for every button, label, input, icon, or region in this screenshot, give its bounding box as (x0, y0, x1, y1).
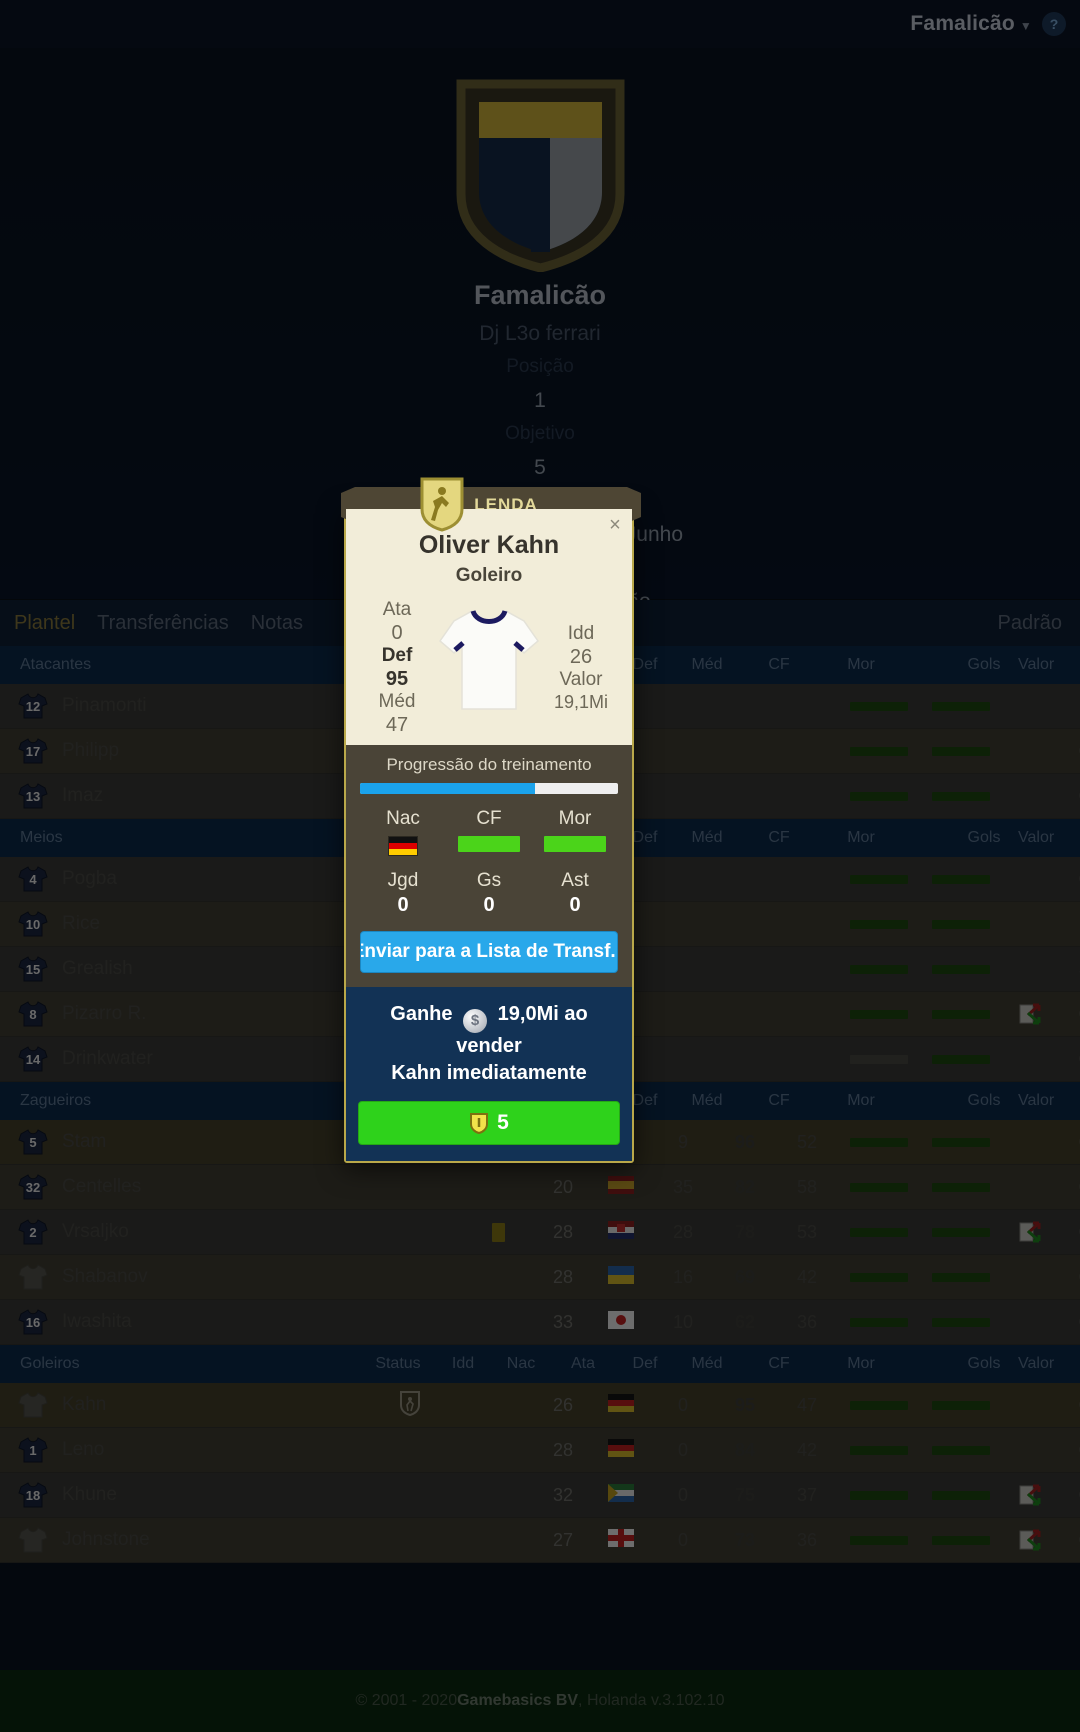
flag-de-icon (388, 836, 418, 856)
modal-attr-gs-label: Gs (476, 870, 502, 891)
modal-attr-ast-label: Ast (561, 870, 589, 891)
boss-coin-icon (469, 1112, 489, 1135)
stat-value-ata: 0 (391, 622, 403, 644)
modal-attr-jgd-value: 0 (397, 894, 409, 916)
stat-label-valor: Valor (559, 669, 603, 690)
modal-attr-cf-bar (458, 836, 520, 852)
progress-title: Progressão do treinamento (386, 755, 592, 774)
modal-stats-right: Idd 26 Valor 19,1Mi (542, 623, 620, 713)
sell-now-button[interactable]: 5 (358, 1101, 620, 1145)
modal-stats-left: Ata 0 Def 95 Méd 47 (358, 599, 436, 737)
stat-label-idd: Idd (567, 623, 595, 644)
stat-value-valor: 19,1Mi (553, 692, 609, 712)
progress-bar-fill (360, 783, 536, 794)
modal-header: × Oliver Kahn Goleiro Ata 0 Def 95 Méd 47 Idd… (346, 509, 632, 745)
promo-text: Ganhe $ 19,0Mi ao vender Kahn imediatame… (358, 1001, 620, 1087)
silver-coin-icon: $ (463, 1009, 488, 1033)
jersey-icon (434, 601, 544, 724)
modal-attr-row-2: Jgd 0 Gs 0 Ast 0 (360, 870, 618, 917)
modal-player-position: Goleiro (455, 565, 523, 586)
sell-now-button-value: 5 (497, 1111, 509, 1134)
modal-player-name: Oliver Kahn (418, 531, 560, 559)
legend-badge-icon (419, 476, 465, 532)
stat-label-def: Def (381, 645, 413, 666)
modal-promo: Ganhe $ 19,0Mi ao vender Kahn imediatame… (346, 987, 632, 1161)
progress-bar (360, 783, 618, 794)
modal-attr-ast-value: 0 (569, 894, 581, 916)
modal-attr-nac: Nac (360, 808, 446, 856)
modal-attr-jgd: Jgd 0 (360, 870, 446, 917)
close-icon[interactable]: × (604, 515, 626, 537)
modal-attr-mor-bar (544, 836, 606, 852)
modal-stats: Ata 0 Def 95 Méd 47 Idd 26 Valor 19,1Mi (358, 599, 620, 737)
modal-attr-cf-label: CF (476, 808, 502, 829)
modal-attr-nac-label: Nac (386, 808, 420, 829)
send-to-transfer-list-button[interactable]: Enviar para a Lista de Transf... (360, 931, 618, 973)
stat-label-ata: Ata (382, 599, 412, 620)
modal-attr-ast: Ast 0 (532, 870, 618, 917)
modal-attr-cf: CF (446, 808, 532, 856)
modal-attr-gs: Gs 0 (446, 870, 532, 917)
stat-value-idd: 26 (569, 646, 593, 668)
stat-label-méd: Méd (378, 691, 416, 712)
modal-attr-mor: Mor (532, 808, 618, 856)
promo-text-line2: Kahn imediatamente (391, 1062, 587, 1084)
promo-text-a: Ganhe (390, 1003, 453, 1025)
player-detail-modal: LENDA × Oliver Kahn Goleiro Ata 0 Def 95… (341, 477, 641, 1163)
app-root: Famalicão▼ ? Famalicão Dj L3o ferrari Po… (0, 0, 1080, 1732)
modal-attr-gs-value: 0 (483, 894, 495, 916)
stat-value-def: 95 (385, 668, 409, 690)
modal-attr-row-1: Nac CF Mor (360, 808, 618, 856)
modal-attr-jgd-label: Jgd (387, 870, 419, 891)
modal-training: Progressão do treinamento Nac CF Mor Jgd… (346, 745, 632, 987)
modal-attr-mor-label: Mor (558, 808, 592, 829)
stat-value-méd: 47 (385, 714, 409, 736)
